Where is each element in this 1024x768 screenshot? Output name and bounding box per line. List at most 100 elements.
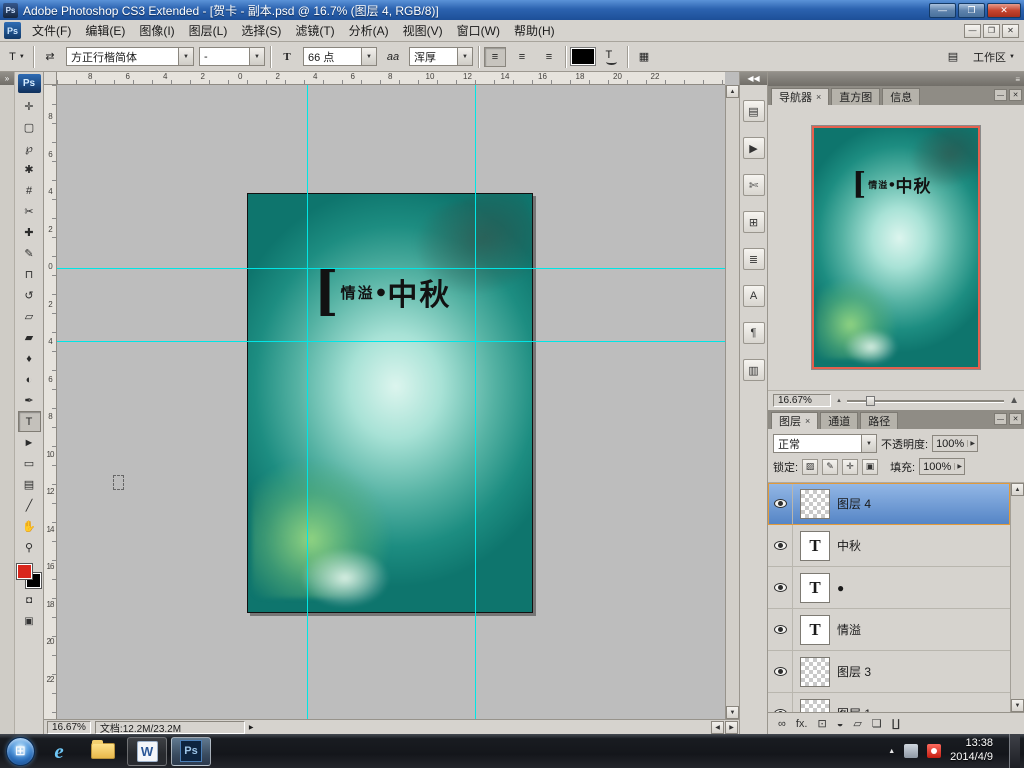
horizontal-guide-2[interactable]: [57, 341, 725, 342]
add-layer-mask-icon[interactable]: ⊡: [817, 717, 826, 730]
foreground-color-swatch[interactable]: [17, 564, 32, 579]
taskbar-ie-icon[interactable]: e: [39, 737, 79, 766]
menu-view[interactable]: 视图(V): [396, 20, 450, 41]
doc-close-button[interactable]: ✕: [1002, 24, 1019, 38]
popup-slider-icon[interactable]: ▶: [967, 440, 977, 447]
actions-panel-icon[interactable]: ▶: [743, 137, 765, 159]
show-desktop-button[interactable]: [1009, 734, 1020, 768]
chevron-down-icon[interactable]: ▼: [361, 48, 376, 65]
chevron-down-icon[interactable]: ▼: [861, 435, 876, 452]
layer-name[interactable]: 图层 4: [837, 495, 871, 512]
eye-icon[interactable]: [774, 709, 787, 712]
link-layers-icon[interactable]: ∞: [778, 718, 786, 730]
vertical-guide-1[interactable]: [307, 85, 308, 719]
navigator-zoom-field[interactable]: 16.67%: [773, 394, 831, 407]
tab-paths[interactable]: 路径: [860, 412, 898, 429]
layer-row-layer4[interactable]: 图层 4: [768, 483, 1010, 525]
info-panel-icon[interactable]: ▤: [743, 100, 765, 122]
popup-slider-icon[interactable]: ▶: [954, 463, 964, 470]
taskbar-word-icon[interactable]: W: [127, 737, 167, 766]
brush-tool[interactable]: ✎: [18, 243, 41, 264]
layer-row-bullet[interactable]: T ●: [768, 567, 1010, 609]
dodge-tool[interactable]: ◐: [18, 369, 41, 390]
gradient-tool[interactable]: ▰: [18, 327, 41, 348]
visibility-cell[interactable]: [768, 483, 793, 524]
zoom-slider-thumb[interactable]: [866, 396, 875, 406]
layer-thumbnail[interactable]: [800, 489, 830, 519]
eye-icon[interactable]: [774, 499, 787, 508]
font-family-select[interactable]: 方正行楷简体 ▼: [66, 47, 194, 66]
toggle-palettes-button[interactable]: ▦: [633, 47, 655, 67]
eye-icon[interactable]: [774, 583, 787, 592]
fill-field[interactable]: 100% ▶: [919, 458, 965, 475]
scroll-down-icon[interactable]: ▼: [726, 706, 739, 719]
align-left-button[interactable]: ≡: [484, 47, 506, 67]
dock-menu-icon[interactable]: ≡: [1015, 75, 1020, 84]
move-tool[interactable]: ✛: [18, 96, 41, 117]
status-menu-arrow-icon[interactable]: ▶: [249, 724, 254, 731]
history-brush-tool[interactable]: ↺: [18, 285, 41, 306]
clone-source-panel-icon[interactable]: ⊞: [743, 211, 765, 233]
layer-row-layer1[interactable]: 图层 1: [768, 693, 1010, 712]
layer-row-layer3[interactable]: 图层 3: [768, 651, 1010, 693]
screen-mode-button[interactable]: ▣: [18, 612, 41, 630]
workspace-menu[interactable]: 工作区 ▼: [970, 47, 1018, 67]
layers-scrollbar[interactable]: ▲ ▼: [1010, 483, 1024, 712]
delete-layer-icon[interactable]: ∐: [892, 717, 900, 730]
layer-style-icon[interactable]: fx.: [796, 718, 808, 730]
tab-navigator[interactable]: 导航器 ×: [771, 88, 829, 105]
layer-thumbnail[interactable]: [800, 699, 830, 713]
adjustment-layer-icon[interactable]: ◒: [837, 718, 844, 730]
align-right-button[interactable]: ≡: [538, 47, 560, 67]
layer-name[interactable]: 中秋: [837, 537, 861, 554]
window-restore-button[interactable]: ❐: [958, 3, 985, 18]
layer-name[interactable]: 图层 3: [837, 663, 871, 680]
tab-histogram[interactable]: 直方图: [831, 88, 880, 105]
visibility-cell[interactable]: [768, 651, 793, 692]
start-button[interactable]: ⊞: [6, 737, 35, 766]
align-center-button[interactable]: ≡: [511, 47, 533, 67]
eye-icon[interactable]: [774, 625, 787, 634]
tool-presets-panel-icon[interactable]: ✄: [743, 174, 765, 196]
menu-help[interactable]: 帮助(H): [507, 20, 562, 41]
crop-tool[interactable]: #: [18, 180, 41, 201]
chevron-down-icon[interactable]: ▼: [249, 48, 264, 65]
text-color-swatch[interactable]: [571, 48, 595, 65]
taskbar-photoshop-icon[interactable]: Ps: [171, 737, 211, 766]
vertical-guide-2[interactable]: [475, 85, 476, 719]
lasso-tool[interactable]: ℘: [18, 138, 41, 159]
quick-mask-button[interactable]: ◘: [18, 591, 41, 609]
tab-close-icon[interactable]: ×: [805, 416, 810, 426]
navigator-proxy-preview[interactable]: [ 情溢 ● 中秋: [812, 126, 980, 369]
scroll-up-icon[interactable]: ▲: [1011, 483, 1024, 496]
type-tool[interactable]: T: [18, 411, 41, 432]
taskbar-clock[interactable]: 13:38 2014/4/9: [950, 737, 993, 765]
hand-tool[interactable]: ✋: [18, 516, 41, 537]
eye-icon[interactable]: [774, 541, 787, 550]
text-layer-thumbnail[interactable]: T: [800, 615, 830, 645]
font-style-select[interactable]: - ▼: [199, 47, 265, 66]
panel-close-icon[interactable]: ✕: [1009, 413, 1022, 425]
layer-name[interactable]: ●: [837, 581, 844, 595]
slice-tool[interactable]: ✂: [18, 201, 41, 222]
panel-minimize-icon[interactable]: —: [994, 89, 1007, 101]
menu-image[interactable]: 图像(I): [132, 20, 181, 41]
lock-position-button[interactable]: ✛: [842, 459, 858, 475]
tab-channels[interactable]: 通道: [820, 412, 858, 429]
eyedropper-tool[interactable]: ╱: [18, 495, 41, 516]
eye-icon[interactable]: [774, 667, 787, 676]
layer-thumbnail[interactable]: [800, 657, 830, 687]
layer-comps-panel-icon[interactable]: ≣: [743, 248, 765, 270]
lock-image-button[interactable]: ✎: [822, 459, 838, 475]
scroll-down-icon[interactable]: ▼: [1011, 699, 1024, 712]
layer-name[interactable]: 情溢: [837, 621, 861, 638]
bridge-icon[interactable]: ▤: [942, 47, 964, 67]
text-layer-thumbnail[interactable]: T: [800, 573, 830, 603]
zoom-tool[interactable]: ⚲: [18, 537, 41, 558]
tray-icon-2[interactable]: [927, 744, 941, 758]
document-icon[interactable]: Ps: [4, 22, 21, 39]
text-orientation-button[interactable]: ⇄: [39, 47, 61, 67]
layer-row-qingyi[interactable]: T 情溢: [768, 609, 1010, 651]
healing-brush-tool[interactable]: ✚: [18, 222, 41, 243]
lock-all-button[interactable]: ▣: [862, 459, 878, 475]
